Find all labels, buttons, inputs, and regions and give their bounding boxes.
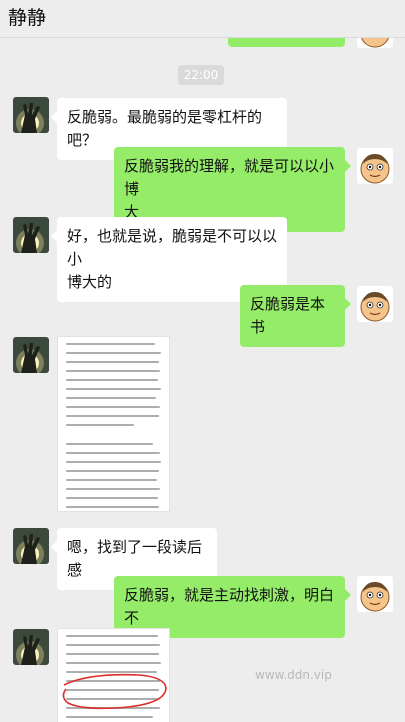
message-text: 反脆弱是本书 — [250, 295, 326, 336]
self-avatar[interactable] — [357, 576, 393, 612]
contact-avatar[interactable] — [13, 97, 49, 133]
chat-history[interactable]: 22:00 反脆弱。最脆弱的是零杠杆的吧？ 反脆弱我的理解，就是可以以小博 大 — [0, 38, 405, 722]
message-timestamp: 22:00 — [178, 65, 224, 85]
message-text: 反脆弱。最脆弱的是零杠杆的吧？ — [67, 108, 263, 149]
document-photo-message[interactable] — [57, 336, 170, 512]
message-text-line: 反脆弱我的理解，就是可以以小博 — [124, 157, 335, 198]
red-annotation-circle — [62, 673, 167, 710]
self-avatar[interactable] — [357, 286, 393, 322]
self-avatar[interactable] — [357, 148, 393, 184]
sent-message-partial[interactable] — [228, 38, 345, 47]
message-text: 反脆弱，就是主动找刺激，明白不 — [124, 586, 335, 627]
contact-avatar[interactable] — [13, 528, 49, 564]
sent-message[interactable]: 反脆弱是本书 — [240, 285, 351, 347]
contact-avatar[interactable] — [13, 629, 49, 665]
contact-avatar[interactable] — [13, 337, 49, 373]
message-text: 嗯，找到了一段读后感 — [67, 538, 203, 579]
chat-title: 静静 — [8, 7, 47, 29]
document-text-lines — [66, 343, 163, 511]
watermark-text: www.ddn.vip — [255, 668, 332, 682]
chat-header: 静静 — [0, 0, 405, 38]
self-avatar-partial[interactable] — [357, 38, 393, 48]
document-photo-message[interactable] — [57, 628, 170, 722]
message-text-line: 好，也就是说，脆弱是不可以以小 — [67, 227, 278, 268]
contact-avatar[interactable] — [13, 217, 49, 253]
